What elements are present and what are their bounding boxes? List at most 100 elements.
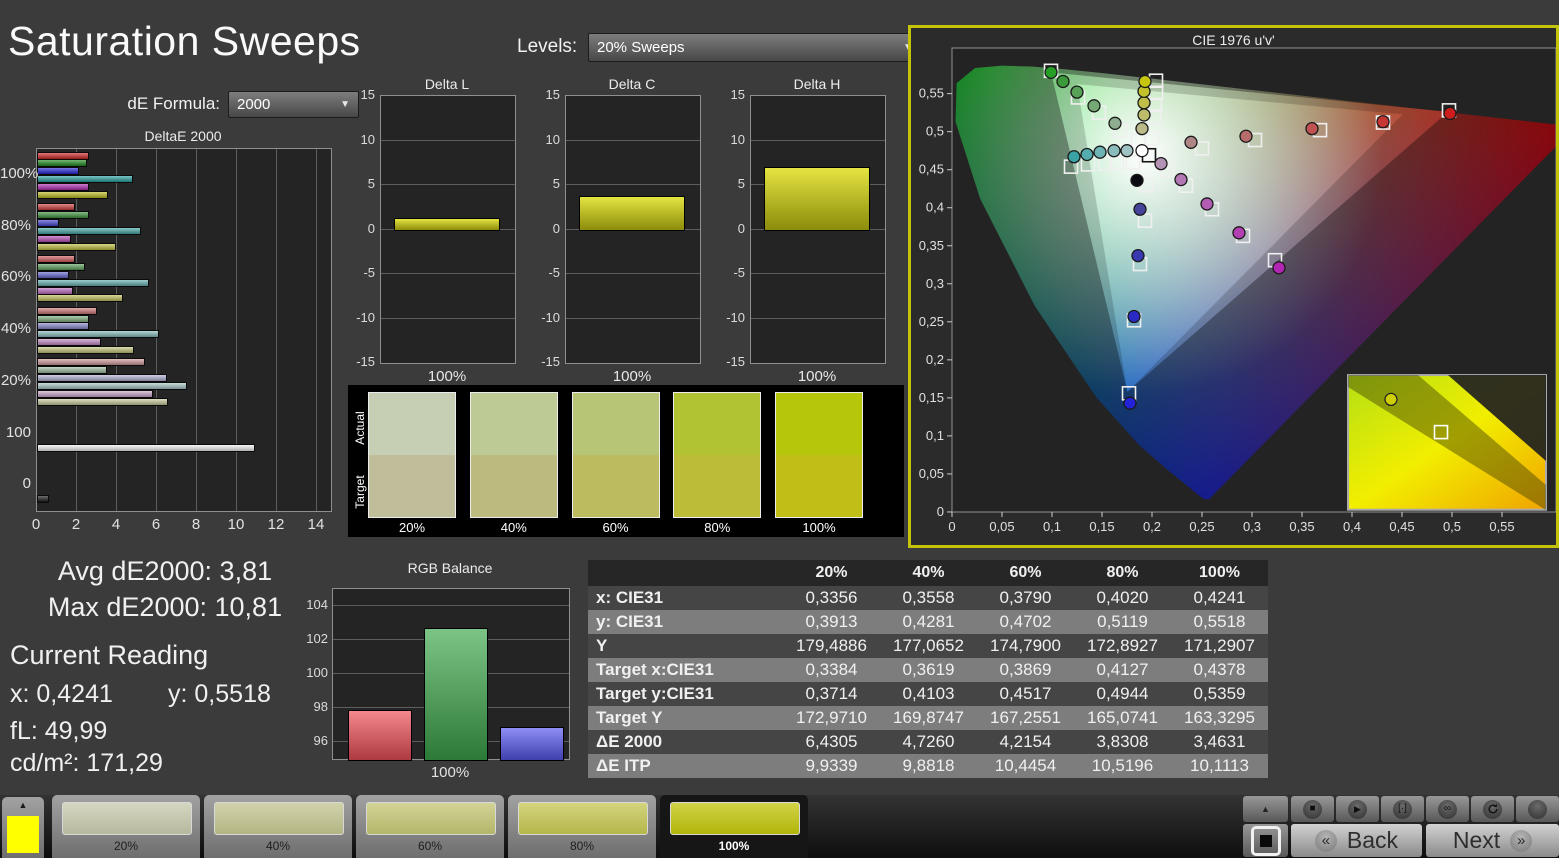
- y-axis-label: 0,15: [919, 390, 944, 405]
- gridline: [381, 139, 515, 141]
- target-row-label: Target: [353, 475, 367, 509]
- blank-button[interactable]: [1516, 796, 1559, 822]
- measured-point: [1127, 309, 1141, 324]
- cie-1976-chart-panel[interactable]: CIE 1976 u'v' 0 0,05 0,1 0,15 0,2 0,25 0,3 0,35…: [908, 25, 1559, 548]
- continuous-icon: ∞: [1438, 799, 1457, 819]
- measured-point: [1305, 121, 1319, 136]
- deltae-bar: [37, 183, 89, 192]
- y-axis-label: 0,25: [919, 314, 944, 329]
- deltae-bar: [37, 203, 75, 212]
- x-axis-label: 0,4: [1343, 519, 1361, 534]
- refresh-button[interactable]: [1471, 796, 1514, 822]
- cell-value: 177,0652: [893, 636, 964, 655]
- x-axis-label: 0,15: [1089, 519, 1114, 534]
- cell-value: 4,2154: [999, 732, 1052, 751]
- rgb-balance-chart[interactable]: RGB Balance 96 98 100 102 104 100%: [290, 560, 580, 786]
- refresh-icon: [1488, 803, 1498, 814]
- y-axis-label: -15: [541, 354, 560, 369]
- pattern-tile-20%[interactable]: 20%: [52, 795, 200, 858]
- target-swatch: [470, 455, 557, 517]
- mini-plot-area: [565, 95, 701, 364]
- current-color-tile[interactable]: ▲: [2, 797, 44, 858]
- cell-value: 0,3356: [805, 588, 858, 607]
- y-axis-label: 0,55: [919, 86, 944, 101]
- fl-label: fL:: [10, 717, 38, 745]
- cell-value: 0,3790: [999, 588, 1052, 607]
- table-row: y: CIE31 0,3913 0,4281 0,4702 0,5119 0,5518: [588, 610, 1268, 634]
- deltae-bar: [37, 322, 89, 331]
- x-axis-label: 0: [31, 516, 41, 533]
- play-button[interactable]: ▶: [1336, 796, 1379, 822]
- cell-value: 10,4454: [994, 756, 1057, 775]
- pattern-label: 40%: [265, 839, 291, 853]
- de-formula-label: dE Formula:: [127, 94, 220, 113]
- deltae-bar: [37, 374, 167, 383]
- pattern-tile-40%[interactable]: 40%: [204, 795, 352, 858]
- cell-value: 10,1113: [1190, 756, 1249, 775]
- pattern-tile-80%[interactable]: 80%: [508, 795, 656, 858]
- max-de2000-readout: Max dE2000: 10,81: [0, 592, 330, 623]
- delta-c-chart[interactable]: Delta C -15 -10 -5 0 5 10 15 100%: [524, 76, 704, 388]
- cell-value: 0,4944: [1096, 684, 1149, 703]
- y-axis-label: 100: [5, 423, 31, 441]
- scroll-up-icon[interactable]: ▲: [2, 801, 44, 810]
- y-axis-label: 0,1: [926, 428, 944, 443]
- swatch-pair: [673, 392, 762, 518]
- y-axis-label: -10: [356, 309, 375, 325]
- delta-h-chart[interactable]: Delta H -15 -10 -5 0 5 10 15 100%: [709, 76, 889, 388]
- rgb-plot-area: [332, 588, 570, 761]
- measured-point: [1137, 108, 1151, 122]
- deltae-chart[interactable]: DeltaE 2000 100% 80% 60% 40% 20% 100 0 0 2 4 6 8 10 1…: [0, 128, 335, 548]
- cell-value: 0,5518: [1193, 612, 1246, 631]
- panel-up-button[interactable]: ▲: [1243, 796, 1288, 822]
- pattern-tile-60%[interactable]: 60%: [356, 795, 504, 858]
- y-axis-label: 5: [552, 176, 560, 191]
- stop-button[interactable]: ■: [1291, 796, 1334, 822]
- swatch-label: 40%: [500, 520, 527, 535]
- x-axis-label: 0,2: [1143, 519, 1161, 534]
- x-label: x:: [10, 680, 30, 708]
- chevron-up-icon: ▲: [1261, 803, 1270, 814]
- measured-point: [1120, 144, 1134, 158]
- y-axis-label: -5: [548, 265, 560, 280]
- chevron-left-icon: «: [1314, 829, 1337, 852]
- y-axis-label: 102: [306, 631, 328, 646]
- measured-point: [1070, 85, 1084, 99]
- continuous-button[interactable]: ∞: [1426, 796, 1469, 822]
- cell-value: 4,7260: [902, 732, 955, 751]
- cell-value: 0,3714: [805, 684, 858, 703]
- x-value: 0,4241: [36, 680, 113, 708]
- cell-value: 6,4305: [805, 732, 858, 751]
- single-measure-button[interactable]: [·]: [1381, 796, 1424, 822]
- measured-point: [1107, 144, 1121, 158]
- delta-l-chart[interactable]: Delta L -15 -10 -5 0 5 10 15 100%: [339, 76, 519, 388]
- stop-icon: ■: [1303, 799, 1322, 819]
- target-swatch: [369, 455, 455, 517]
- measured-point: [1239, 129, 1253, 143]
- gridline: [381, 317, 515, 319]
- cell-value: 163,3295: [1184, 708, 1255, 727]
- cell-value: 171,2907: [1184, 636, 1255, 655]
- swatch-label: 60%: [602, 520, 629, 535]
- levels-dropdown[interactable]: 20% Sweeps ▼: [588, 33, 922, 62]
- back-button[interactable]: « Back: [1291, 824, 1422, 857]
- measured-point: [1200, 197, 1214, 211]
- pattern-tile-100%[interactable]: 100%: [660, 795, 808, 858]
- max-label: Max dE2000:: [47, 592, 207, 622]
- stop-screen-button[interactable]: [1243, 824, 1288, 857]
- deltae-bar: [37, 278, 149, 287]
- cell-value: 0,4103: [902, 684, 955, 703]
- table-row: x: CIE31 0,3356 0,3558 0,3790 0,4020 0,4241: [588, 586, 1268, 610]
- bar-group: [37, 408, 331, 460]
- x-axis-label: 100%: [797, 368, 837, 385]
- y-axis-label: -10: [726, 309, 745, 325]
- x-axis-label: 12: [267, 516, 285, 533]
- measured-point: [1131, 248, 1145, 263]
- y-axis-label: 0,3: [926, 276, 944, 291]
- deltae-bar: [37, 270, 69, 279]
- next-button[interactable]: Next »: [1426, 824, 1559, 857]
- x-axis-label: 14: [307, 516, 325, 533]
- actual-swatch: [776, 393, 862, 455]
- measured-point: [1135, 121, 1149, 136]
- measured-point: [1056, 74, 1070, 89]
